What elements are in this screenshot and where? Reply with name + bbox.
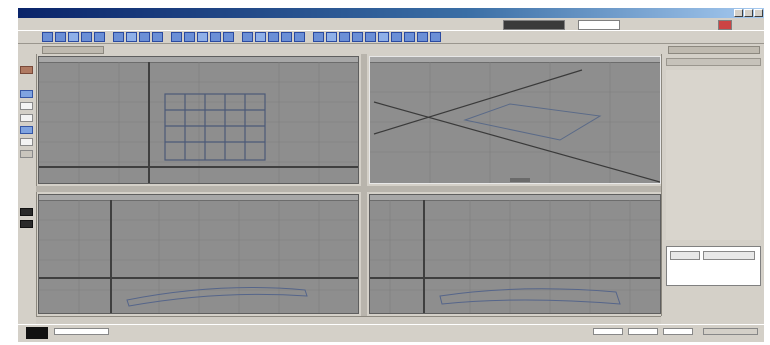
grid <box>39 62 358 183</box>
object-name-field[interactable] <box>670 251 700 260</box>
helper-icon[interactable] <box>197 32 208 42</box>
select-icon[interactable] <box>42 32 53 42</box>
utilities-tab-icon[interactable] <box>20 150 33 158</box>
menu-item-customize[interactable] <box>182 20 194 28</box>
menu-bar <box>18 18 764 30</box>
menu-item-file[interactable] <box>22 20 34 28</box>
mirror-icon[interactable] <box>281 32 292 42</box>
time-slider[interactable] <box>36 316 661 324</box>
prompt-field[interactable] <box>54 328 109 335</box>
perspective-line-a <box>373 101 660 183</box>
playback-controls[interactable] <box>703 328 758 335</box>
menu-item-modifiers[interactable] <box>118 20 130 28</box>
track-view-icon[interactable] <box>430 32 441 42</box>
menu-item-edit[interactable] <box>38 20 50 28</box>
command-panel <box>661 54 764 316</box>
viewport-front[interactable] <box>369 56 661 184</box>
align-icon[interactable] <box>294 32 305 42</box>
layers-icon[interactable] <box>417 32 428 42</box>
unlink-icon[interactable] <box>126 32 137 42</box>
selection-set-dropdown[interactable] <box>503 20 565 30</box>
snap-toggle-icon[interactable] <box>20 66 33 74</box>
name-color-rollout <box>666 246 761 286</box>
maxscript-listener-icon[interactable] <box>26 327 48 339</box>
main-toolbar <box>18 30 764 44</box>
maximize-button[interactable] <box>744 9 753 17</box>
named-selection-field[interactable] <box>578 20 620 30</box>
command-panel-tabs[interactable] <box>668 46 760 54</box>
systems-icon[interactable] <box>223 32 234 42</box>
grid-object <box>164 93 266 161</box>
viewport-front-canvas <box>370 62 660 183</box>
app-logo-icon <box>718 20 732 30</box>
viewport-top-canvas <box>39 62 358 183</box>
coordinate-y-field[interactable] <box>628 328 658 335</box>
sub-toolbar-field[interactable] <box>42 46 104 54</box>
display-tab-icon[interactable] <box>20 138 33 146</box>
render-setup-icon[interactable] <box>326 32 337 42</box>
environment-icon[interactable] <box>391 32 402 42</box>
play-icon[interactable] <box>20 208 33 216</box>
curve-editor-icon[interactable] <box>365 32 376 42</box>
move-icon[interactable] <box>68 32 79 42</box>
viewport-perspective-canvas <box>370 200 660 313</box>
menu-item-animation[interactable] <box>134 20 146 28</box>
3d-modeling-app-window <box>18 8 764 342</box>
viewport-splitter-vertical[interactable] <box>361 54 367 316</box>
menu-item-rendering[interactable] <box>166 20 178 28</box>
render-icon[interactable] <box>339 32 350 42</box>
modify-tab-icon[interactable] <box>20 102 33 110</box>
minimize-button[interactable] <box>734 9 743 17</box>
bind-icon[interactable] <box>139 32 150 42</box>
perspective-line-b <box>373 69 583 135</box>
light-icon[interactable] <box>184 32 195 42</box>
material-icon[interactable] <box>313 32 324 42</box>
scale-icon[interactable] <box>94 32 105 42</box>
viewport-left[interactable] <box>38 194 359 314</box>
menu-item-create[interactable] <box>102 20 114 28</box>
hierarchy-icon[interactable] <box>152 32 163 42</box>
viewport-splitter-horizontal[interactable] <box>36 186 661 192</box>
viewport-perspective[interactable] <box>369 194 661 314</box>
menu-item-group[interactable] <box>70 20 82 28</box>
close-button[interactable] <box>754 9 763 17</box>
quick-render-icon[interactable] <box>352 32 363 42</box>
viewport-gizmo <box>510 178 530 182</box>
hierarchy-tab-icon[interactable] <box>20 114 33 122</box>
menu-item-views[interactable] <box>86 20 98 28</box>
menu-item-graph-editors[interactable] <box>150 20 162 28</box>
menu-item-help[interactable] <box>198 20 210 28</box>
stop-icon[interactable] <box>20 220 33 228</box>
coordinate-x-field[interactable] <box>593 328 623 335</box>
camera-icon[interactable] <box>171 32 182 42</box>
curved-surface <box>439 288 621 305</box>
rotate-icon[interactable] <box>81 32 92 42</box>
spacewarp-icon[interactable] <box>210 32 221 42</box>
title-bar[interactable] <box>18 8 764 18</box>
effects-icon[interactable] <box>404 32 415 42</box>
schematic-icon[interactable] <box>378 32 389 42</box>
create-tab-icon[interactable] <box>20 90 33 98</box>
status-bar <box>18 324 764 342</box>
curved-surface <box>126 287 308 307</box>
command-panel-tab-strip[interactable] <box>666 58 761 66</box>
viewport-left-canvas <box>39 200 358 313</box>
link-icon[interactable] <box>113 32 124 42</box>
sub-toolbar <box>18 44 764 54</box>
object-color-field[interactable] <box>703 251 755 260</box>
left-tool-strip <box>18 54 37 316</box>
motion-tab-icon[interactable] <box>20 126 33 134</box>
viewport-top[interactable] <box>38 56 359 184</box>
coordinate-z-field[interactable] <box>663 328 693 335</box>
command-panel-rollout <box>666 70 761 240</box>
snap-icon[interactable] <box>242 32 253 42</box>
menu-item-tools[interactable] <box>54 20 66 28</box>
select-region-icon[interactable] <box>55 32 66 42</box>
percent-snap-icon[interactable] <box>268 32 279 42</box>
angle-snap-icon[interactable] <box>255 32 266 42</box>
